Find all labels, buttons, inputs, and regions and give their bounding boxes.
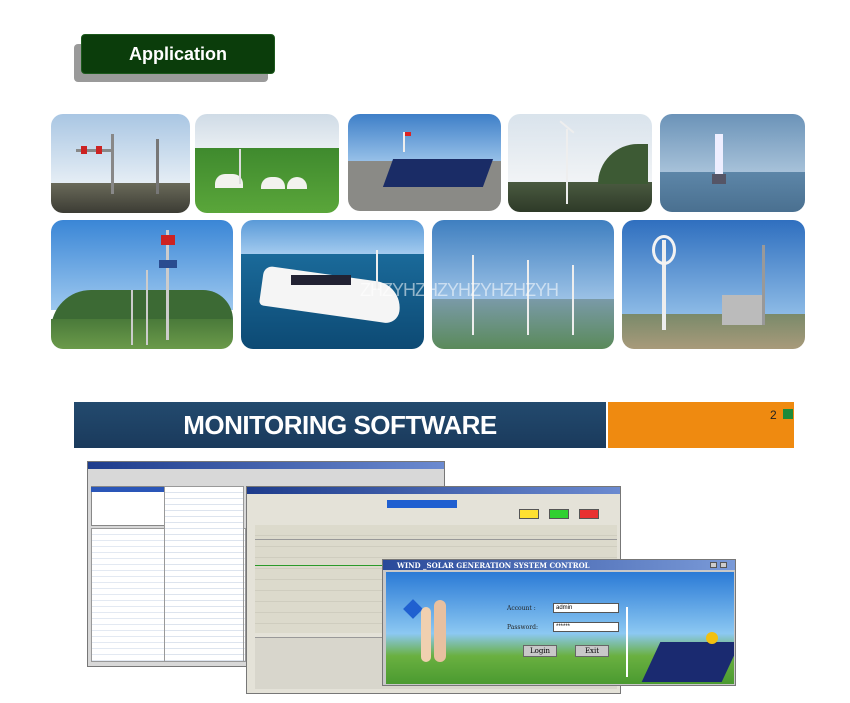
password-label: Password: <box>507 624 538 631</box>
solar-panel-icon <box>641 642 734 682</box>
green-square-marker <box>783 409 793 419</box>
account-label: Account : <box>507 605 536 612</box>
login-button[interactable]: Login <box>523 645 557 657</box>
status-green-button[interactable] <box>549 509 569 519</box>
photo-wind-turbine-village <box>508 114 652 212</box>
calendar-header <box>91 487 165 492</box>
pinwheel-icon <box>403 599 423 619</box>
data-table-titlebar <box>88 462 444 469</box>
photo-coastal-tower <box>660 114 805 212</box>
login-window: WIND _SOLAR GENERATION SYSTEM CONTROL Ac… <box>382 559 736 686</box>
login-window-title: WIND _SOLAR GENERATION SYSTEM CONTROL <box>397 561 590 570</box>
photo-yurts-grassland <box>195 114 339 213</box>
photo-street-lights <box>51 114 190 213</box>
child-figure <box>421 607 431 662</box>
chart-header-label <box>387 500 457 508</box>
photo-telecom-station <box>622 220 805 349</box>
account-input[interactable]: admin <box>553 603 619 613</box>
photo-highway-lamps <box>51 220 233 349</box>
gallery-watermark: ZHZYHZHZYHZYHZHZYH <box>360 280 559 300</box>
banner-orange-block <box>608 402 794 448</box>
close-icon[interactable] <box>720 562 727 568</box>
monitoring-software-heading: MONITORING SOFTWARE <box>74 402 606 448</box>
application-heading: Application <box>81 34 275 74</box>
status-yellow-button[interactable] <box>519 509 539 519</box>
exit-button[interactable]: Exit <box>575 645 609 657</box>
status-red-button[interactable] <box>579 509 599 519</box>
sunflower-icon <box>706 632 718 644</box>
password-input[interactable]: ****** <box>553 622 619 632</box>
child-figure-2 <box>434 600 446 662</box>
page-number: 2 <box>770 408 777 422</box>
minimize-icon[interactable] <box>710 562 717 568</box>
calendar-widget[interactable] <box>91 486 165 526</box>
chart-window-titlebar <box>247 487 620 494</box>
data-grid-columns <box>164 486 244 662</box>
photo-solar-array <box>348 114 501 211</box>
wind-turbine-icon <box>626 607 628 677</box>
